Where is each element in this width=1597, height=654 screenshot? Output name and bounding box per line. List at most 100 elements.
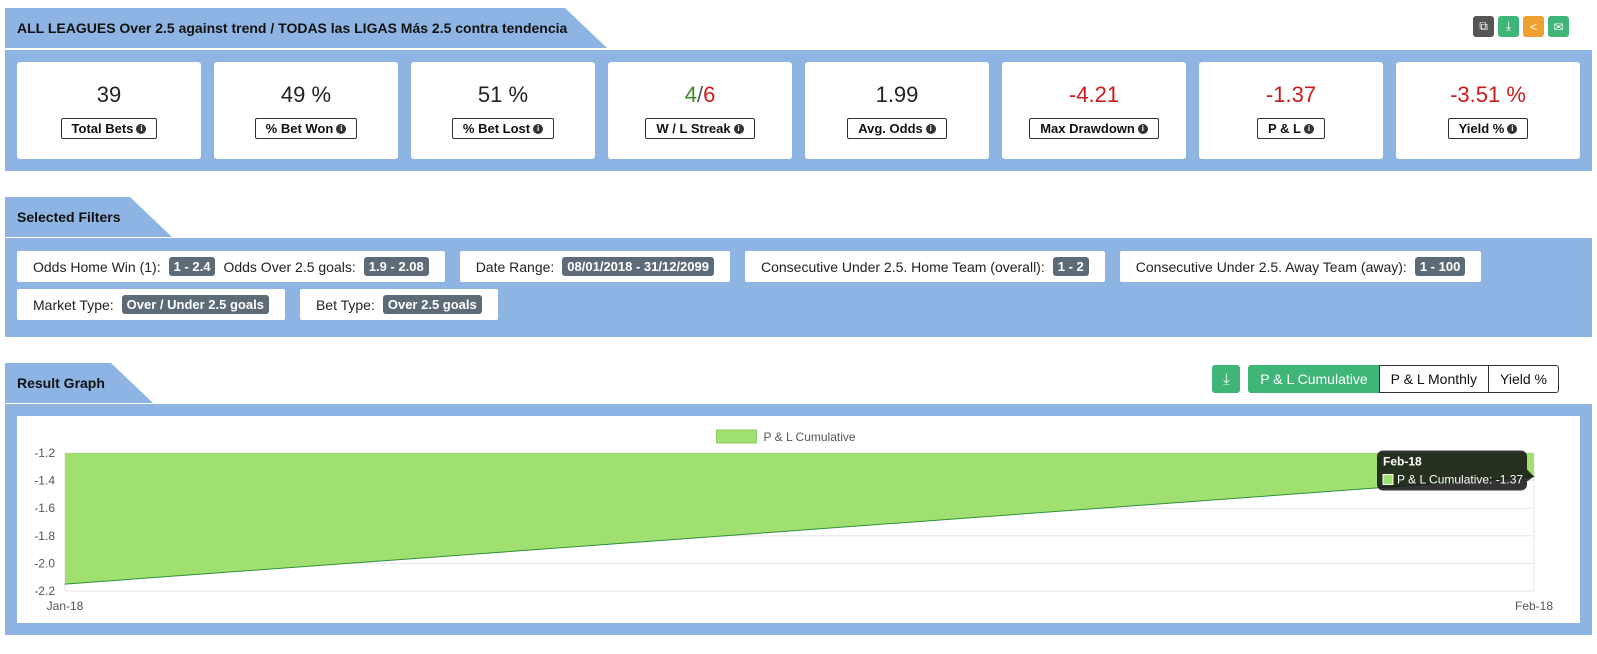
filter-badge: 1 - 100 bbox=[1414, 257, 1466, 276]
graph-tab: Result Graph bbox=[5, 363, 153, 403]
email-icon: ✉ bbox=[1553, 19, 1564, 34]
info-icon: i bbox=[136, 123, 147, 134]
stat-max-drawdown: -4.21 Max Drawdown i bbox=[1002, 62, 1186, 159]
series-area bbox=[65, 453, 1534, 585]
info-icon: i bbox=[1137, 123, 1148, 134]
info-icon: i bbox=[1304, 123, 1314, 134]
tooltip-swatch bbox=[1382, 473, 1394, 485]
graph-controls: ⤓ P & L Cumulative P & L Monthly Yield % bbox=[1212, 365, 1559, 393]
stat-value: -1.37 bbox=[1265, 82, 1317, 107]
tooltip-title: Feb-18 bbox=[1383, 454, 1422, 468]
email-button[interactable]: ✉ bbox=[1548, 16, 1569, 37]
x-tick-label: Feb-18 bbox=[1515, 599, 1553, 613]
loss-streak: 6 bbox=[703, 82, 716, 107]
download-button[interactable]: ⤓ bbox=[1498, 16, 1519, 37]
filter-chip-date-range: Date Range: 08/01/2018 - 31/12/2099 bbox=[459, 251, 730, 282]
chart-container: -1.2 -1.4 -1.6 -1.8 -2.0 -2.2 Jan-18 Feb-18 P & … bbox=[17, 416, 1580, 623]
filters-title: Selected Filters bbox=[17, 209, 121, 225]
y-tick-label: -2.0 bbox=[34, 556, 55, 570]
filter-row: Odds Home Win (1): 1 - 2.4 Odds Over 2.5… bbox=[17, 251, 1580, 282]
stat-label: % Bet Won bbox=[265, 121, 334, 136]
download-icon: ⤓ bbox=[1222, 370, 1230, 388]
stat-bet-lost: 51 % % Bet Lost i bbox=[411, 62, 595, 159]
graph-panel: -1.2 -1.4 -1.6 -1.8 -2.0 -2.2 Jan-18 Feb-18 P & … bbox=[5, 404, 1592, 635]
filters-tab: Selected Filters bbox=[5, 197, 172, 237]
filter-badge: 1.9 - 2.08 bbox=[363, 257, 429, 276]
filter-row: Market Type: Over / Under 2.5 goals Bet … bbox=[17, 289, 1580, 320]
stat-label: Avg. Odds bbox=[858, 121, 923, 136]
copy-button[interactable]: ⧉ bbox=[1473, 16, 1494, 37]
stat-value: -3.51 % bbox=[1450, 82, 1526, 107]
stat-label-button[interactable]: % Bet Lost i bbox=[451, 118, 555, 139]
filter-badge: Over 2.5 goals bbox=[382, 295, 482, 314]
stat-label-button[interactable]: Avg. Odds i bbox=[847, 118, 947, 139]
stat-label: W / L Streak bbox=[656, 121, 731, 136]
stat-label-button[interactable]: Total Bets i bbox=[60, 118, 158, 139]
info-icon: i bbox=[925, 123, 936, 134]
filter-chip-bet-type: Bet Type: Over 2.5 goals bbox=[299, 289, 498, 320]
data-point bbox=[64, 583, 66, 585]
filter-chip-market-type: Market Type: Over / Under 2.5 goals bbox=[17, 289, 285, 320]
stat-value: 49 % bbox=[280, 82, 332, 107]
stat-pl: -1.37 P & Li bbox=[1199, 62, 1383, 159]
tooltip-text: P & L Cumulative: -1.37 bbox=[1397, 472, 1523, 486]
stat-label-button[interactable]: P & Li bbox=[1257, 118, 1325, 139]
stat-label: % Bet Lost bbox=[462, 121, 531, 136]
tab-pl-monthly[interactable]: P & L Monthly bbox=[1378, 365, 1490, 393]
legend-label: P & L Cumulative bbox=[764, 430, 856, 444]
filter-label: Market Type: bbox=[33, 296, 114, 313]
tab-yield[interactable]: Yield % bbox=[1488, 365, 1559, 393]
graph-download-button[interactable]: ⤓ bbox=[1212, 365, 1241, 393]
y-tick-label: -1.4 bbox=[34, 474, 55, 488]
graph-title: Result Graph bbox=[17, 375, 105, 391]
stat-bet-won: 49 % % Bet Won i bbox=[214, 62, 398, 159]
x-tick-label: Jan-18 bbox=[47, 599, 84, 613]
filter-badge: 1 - 2.4 bbox=[168, 257, 216, 276]
stat-label: Yield % bbox=[1458, 121, 1505, 136]
share-icon: < bbox=[1529, 19, 1537, 34]
filter-chip-consec-away: Consecutive Under 2.5. Away Team (away):… bbox=[1119, 251, 1482, 282]
stat-value: 51 % bbox=[477, 82, 529, 107]
win-streak: 4 bbox=[684, 82, 697, 107]
tab-pl-cumulative[interactable]: P & L Cumulative bbox=[1248, 365, 1380, 393]
stat-value: 39 bbox=[96, 82, 122, 107]
stat-label: Total Bets bbox=[71, 121, 134, 136]
filter-badge: 08/01/2018 - 31/12/2099 bbox=[562, 257, 714, 276]
filter-label: Odds Home Win (1): bbox=[33, 258, 161, 275]
y-tick-label: -1.8 bbox=[34, 529, 55, 543]
stat-label: Max Drawdown bbox=[1040, 121, 1135, 136]
info-icon: i bbox=[336, 123, 347, 134]
stat-wl-streak: 4/6 W / L Streak i bbox=[608, 62, 792, 159]
stat-avg-odds: 1.99 Avg. Odds i bbox=[805, 62, 989, 159]
legend-swatch bbox=[716, 429, 757, 444]
stat-value: 1.99 bbox=[875, 82, 919, 107]
share-button[interactable]: < bbox=[1523, 16, 1544, 37]
stat-label-button[interactable]: Max Drawdown i bbox=[1029, 118, 1159, 139]
y-tick-label: -1.6 bbox=[34, 501, 55, 515]
download-icon: ⤓ bbox=[1505, 19, 1512, 33]
copy-icon: ⧉ bbox=[1479, 19, 1488, 33]
filter-chip-consec-home: Consecutive Under 2.5. Home Team (overal… bbox=[744, 251, 1105, 282]
stat-total-bets: 39 Total Bets i bbox=[17, 62, 201, 159]
stat-value: -4.21 bbox=[1068, 82, 1120, 107]
stat-label-button[interactable]: W / L Streak i bbox=[645, 118, 755, 139]
stat-label-button[interactable]: % Bet Won i bbox=[254, 118, 358, 139]
stat-yield: -3.51 % Yield % i bbox=[1396, 62, 1580, 159]
filter-label: Date Range: bbox=[475, 258, 555, 275]
stat-value: 4/6 bbox=[685, 82, 716, 108]
toolbar: ⧉ ⤓ < ✉ bbox=[1473, 16, 1569, 37]
filter-label: Consecutive Under 2.5. Home Team (overal… bbox=[760, 258, 1045, 275]
y-tick-label: -2.2 bbox=[34, 584, 55, 598]
filters-panel: Odds Home Win (1): 1 - 2.4 Odds Over 2.5… bbox=[5, 238, 1592, 337]
page-title: ALL LEAGUES Over 2.5 against trend / TOD… bbox=[17, 20, 568, 36]
y-tick-label: -1.2 bbox=[34, 446, 55, 460]
info-icon: i bbox=[533, 123, 544, 134]
filter-badge: Over / Under 2.5 goals bbox=[121, 295, 269, 314]
info-icon: i bbox=[1507, 123, 1518, 134]
filter-label: Odds Over 2.5 goals: bbox=[223, 258, 356, 275]
info-icon: i bbox=[733, 123, 744, 134]
pl-cumulative-chart: -1.2 -1.4 -1.6 -1.8 -2.0 -2.2Jan-18 Feb-18 P & … bbox=[34, 429, 1553, 613]
filter-label: Bet Type: bbox=[315, 296, 375, 313]
stat-label-button[interactable]: Yield % i bbox=[1447, 118, 1529, 139]
filter-chip-odds: Odds Home Win (1): 1 - 2.4 Odds Over 2.5… bbox=[17, 251, 445, 282]
